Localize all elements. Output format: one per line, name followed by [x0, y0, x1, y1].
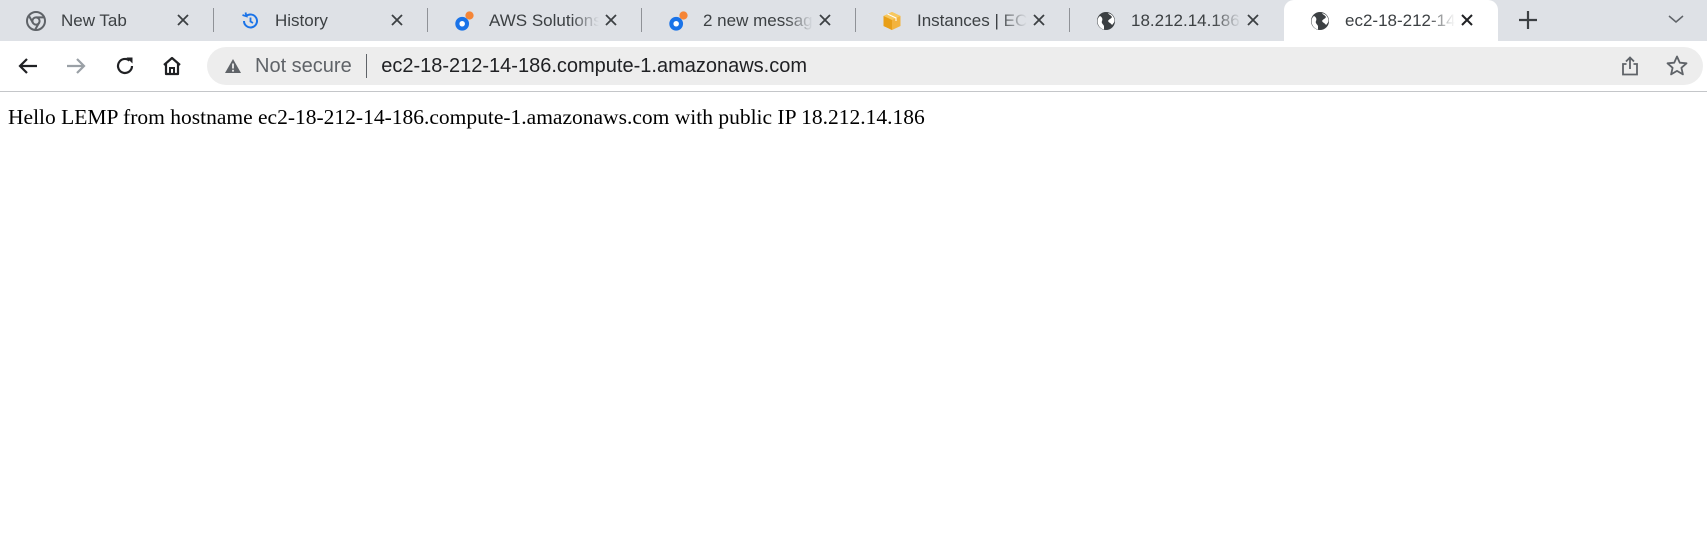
security-status-label[interactable]: Not secure: [255, 55, 352, 78]
address-bar[interactable]: Not secure ec2-18-212-14-186.compute-1.a…: [207, 47, 1703, 85]
warning-icon[interactable]: [223, 56, 243, 76]
close-icon[interactable]: [816, 11, 834, 29]
tab-title: 18.212.14.186: [1131, 10, 1240, 30]
tab-title: New Tab: [61, 10, 127, 30]
browser-toolbar: Not secure ec2-18-212-14-186.compute-1.a…: [0, 41, 1707, 92]
arrow-left-icon: [18, 58, 37, 74]
tab-instances-ec2[interactable]: Instances | EC2: [856, 0, 1070, 41]
back-button[interactable]: [15, 53, 41, 79]
tab-title: AWS Solutions: [489, 10, 599, 30]
url-text[interactable]: ec2-18-212-14-186.compute-1.amazonaws.co…: [381, 55, 807, 78]
close-icon[interactable]: [1458, 11, 1476, 29]
tab-search-button[interactable]: [1665, 8, 1687, 30]
aws-notification-icon: [453, 10, 475, 32]
omnibox-divider: [365, 54, 368, 78]
tab-ip-address[interactable]: 18.212.14.186: [1070, 0, 1284, 41]
tab-history[interactable]: History: [214, 0, 428, 41]
aws-notification-icon: [667, 10, 689, 32]
close-icon[interactable]: [174, 11, 192, 29]
close-icon[interactable]: [602, 11, 620, 29]
history-icon: [239, 10, 261, 32]
close-icon[interactable]: [388, 11, 406, 29]
page-body-text: Hello LEMP from hostname ec2-18-212-14-1…: [8, 105, 925, 129]
bookmark-star-icon[interactable]: [1665, 54, 1689, 78]
aws-box-icon: [881, 10, 903, 32]
close-icon[interactable]: [1030, 11, 1048, 29]
chevron-down-icon: [1668, 15, 1684, 23]
tab-title: Instances | EC2: [917, 10, 1027, 30]
tab-title: History: [275, 10, 328, 30]
home-button[interactable]: [159, 53, 185, 79]
globe-icon: [1309, 10, 1331, 32]
reload-icon: [116, 57, 134, 75]
page-content: Hello LEMP from hostname ec2-18-212-14-1…: [0, 92, 1707, 130]
reload-button[interactable]: [112, 53, 138, 79]
home-icon: [163, 56, 181, 76]
arrow-right-icon: [67, 58, 86, 74]
close-icon[interactable]: [1244, 11, 1262, 29]
plus-icon: [1519, 11, 1537, 29]
tab-new-messages[interactable]: 2 new messages: [642, 0, 856, 41]
tab-new-tab[interactable]: New Tab: [0, 0, 214, 41]
tab-ec2-hostname[interactable]: ec2-18-212-14-186.compute-1.amazonaws.co…: [1284, 0, 1498, 41]
globe-icon: [1095, 10, 1117, 32]
tab-title: 2 new messages: [703, 10, 813, 30]
tab-aws-solutions[interactable]: AWS Solutions: [428, 0, 642, 41]
tab-strip: New Tab History AWS Solutions 2 new mess…: [0, 0, 1707, 41]
new-tab-button[interactable]: [1510, 2, 1546, 38]
forward-button[interactable]: [63, 53, 89, 79]
tab-title: ec2-18-212-14-186.compute-1.amazonaws.co…: [1345, 10, 1455, 30]
share-icon[interactable]: [1619, 55, 1641, 77]
chrome-icon: [25, 10, 47, 32]
